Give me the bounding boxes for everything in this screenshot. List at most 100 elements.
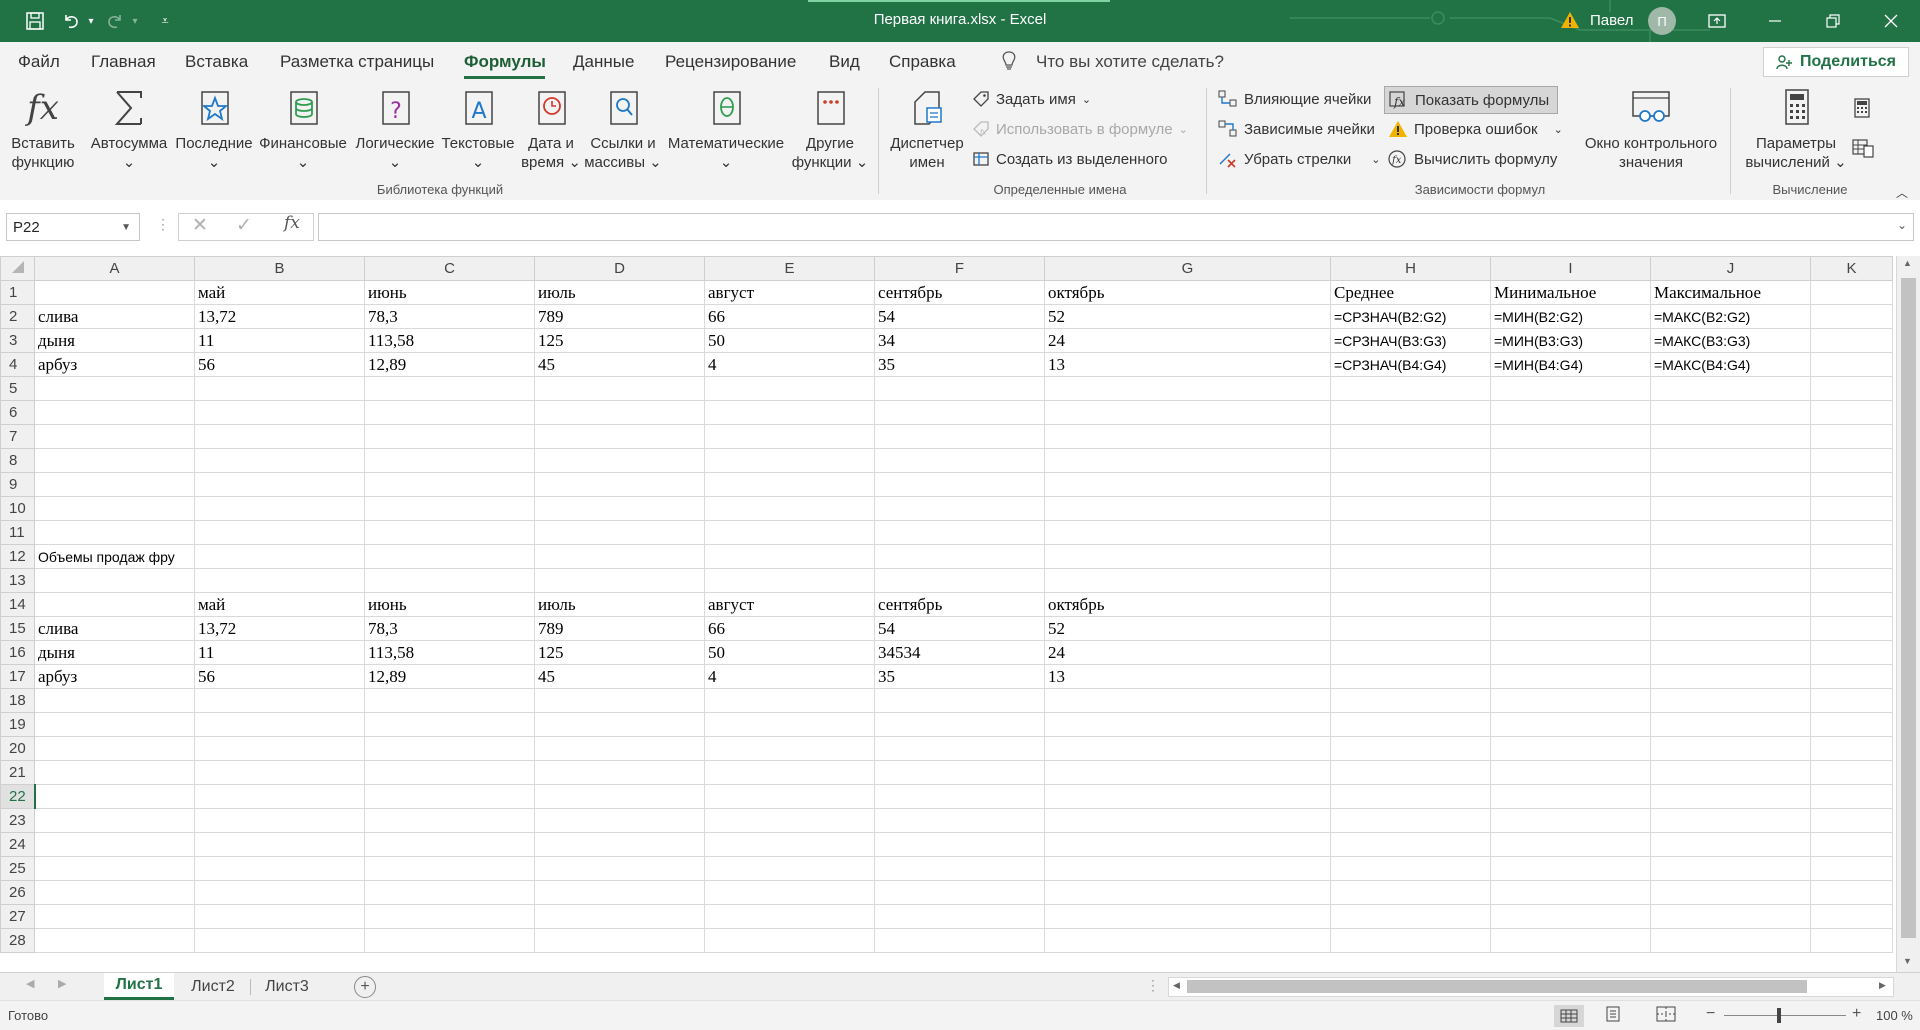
cell[interactable] [704,832,875,857]
cell[interactable] [364,904,535,929]
cell[interactable]: октябрь [1044,280,1331,305]
cell[interactable] [1810,664,1893,689]
cell[interactable] [1044,880,1331,905]
cell[interactable] [364,760,535,785]
cell[interactable] [1044,760,1331,785]
cell[interactable]: 66 [704,304,875,329]
cell[interactable] [1810,808,1893,833]
cell[interactable] [1810,304,1893,329]
cell[interactable]: =СРЗНАЧ(B4:G4) [1330,352,1491,377]
cell[interactable]: 35 [874,352,1045,377]
cell[interactable]: 50 [704,640,875,665]
cell[interactable] [704,880,875,905]
cell[interactable] [1650,376,1811,401]
scroll-down-icon[interactable]: ▼ [1903,956,1912,966]
cell[interactable] [1490,472,1651,497]
cell[interactable]: дыня [34,640,195,665]
row-header[interactable]: 19 [0,712,35,737]
cell[interactable] [1650,808,1811,833]
cell[interactable] [1490,760,1651,785]
cell[interactable] [704,808,875,833]
cell[interactable] [34,472,195,497]
cell[interactable] [194,568,365,593]
cell[interactable] [1810,736,1893,761]
cell[interactable] [1490,832,1651,857]
cell[interactable]: 78,3 [364,616,535,641]
cell[interactable] [704,688,875,713]
cell[interactable] [1044,448,1331,473]
cell[interactable] [194,832,365,857]
cell[interactable] [1650,688,1811,713]
cell[interactable] [534,688,705,713]
cell[interactable]: =МАКС(B3:G3) [1650,328,1811,353]
cell[interactable] [1810,640,1893,665]
cell[interactable] [34,928,195,953]
cell[interactable] [534,760,705,785]
row-header[interactable]: 10 [0,496,35,521]
cell[interactable] [194,376,365,401]
cell[interactable] [194,424,365,449]
cell[interactable] [1044,784,1331,809]
next-sheet-icon[interactable]: ▶ [58,977,66,990]
cell[interactable]: =СРЗНАЧ(B2:G2) [1330,304,1491,329]
row-header[interactable]: 11 [0,520,35,545]
cell[interactable] [1044,736,1331,761]
worksheet-grid[interactable]: ABCDEFGHIJK 1 май июнь июль август сентябрь ок… [0,256,1920,972]
cell[interactable]: Объемы продаж фру [34,544,195,569]
cell[interactable] [1044,688,1331,713]
scroll-left-icon[interactable]: ◀ [1173,980,1180,991]
row-header[interactable]: 26 [0,880,35,905]
cell[interactable]: 24 [1044,640,1331,665]
cell[interactable]: 789 [534,304,705,329]
cell[interactable] [1650,736,1811,761]
cell[interactable]: =МАКС(B4:G4) [1650,352,1811,377]
cell[interactable]: =СРЗНАЧ(B3:G3) [1330,328,1491,353]
cell[interactable] [1810,424,1893,449]
cell[interactable]: август [704,592,875,617]
row-header[interactable]: 18 [0,688,35,713]
cell[interactable] [34,760,195,785]
row-header[interactable]: 2 [0,304,35,329]
cell[interactable]: 56 [194,352,365,377]
cell[interactable] [194,448,365,473]
cell[interactable] [1650,904,1811,929]
cell[interactable]: 113,58 [364,640,535,665]
row-header[interactable]: 21 [0,760,35,785]
splitter-icon[interactable]: ⋮ [1146,977,1160,994]
cell[interactable] [194,472,365,497]
cell[interactable] [874,856,1045,881]
cell[interactable] [364,568,535,593]
cell[interactable] [364,736,535,761]
cell[interactable] [704,928,875,953]
cell[interactable] [1810,496,1893,521]
cell[interactable] [194,544,365,569]
cell[interactable]: =МАКС(B2:G2) [1650,304,1811,329]
cell[interactable]: Среднее [1330,280,1491,305]
cell[interactable] [1490,640,1651,665]
cell[interactable] [1044,424,1331,449]
enter-icon[interactable]: ✓ [236,214,252,237]
cell[interactable] [1490,400,1651,425]
row-header[interactable]: 27 [0,904,35,929]
cell[interactable]: 13 [1044,664,1331,689]
cell[interactable] [1810,400,1893,425]
cell[interactable] [874,568,1045,593]
collapse-ribbon-icon[interactable]: ︿ [1896,184,1908,201]
define-name-button[interactable]: Задать имя ⌄ [972,90,1091,108]
row-header[interactable]: 16 [0,640,35,665]
cell[interactable] [1650,664,1811,689]
cell[interactable]: 54 [874,616,1045,641]
cell[interactable]: август [704,280,875,305]
cell[interactable] [1330,904,1491,929]
cell[interactable] [534,904,705,929]
cell[interactable] [1650,856,1811,881]
trace-dependents-button[interactable]: Зависимые ячейки [1218,120,1375,138]
tab-page-layout[interactable]: Разметка страницы [280,52,434,72]
vertical-scrollbar[interactable]: ▲ ▼ [1896,256,1920,972]
minimize-icon[interactable] [1746,0,1804,42]
cell[interactable] [1650,448,1811,473]
cell[interactable] [1330,712,1491,737]
cell[interactable]: 11 [194,640,365,665]
cell[interactable] [874,784,1045,809]
cell[interactable]: 13 [1044,352,1331,377]
